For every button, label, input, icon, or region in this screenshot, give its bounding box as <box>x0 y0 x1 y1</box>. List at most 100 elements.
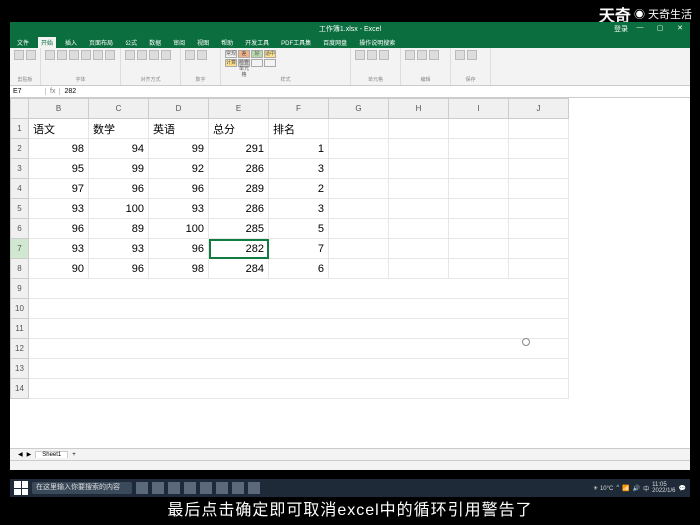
row-header[interactable]: 1 <box>11 119 29 139</box>
cell[interactable] <box>509 139 569 159</box>
cell[interactable]: 6 <box>269 259 329 279</box>
find-icon[interactable] <box>429 50 439 60</box>
style-bad[interactable]: 差 <box>238 50 250 58</box>
sheet-tab-1[interactable]: Sheet1 <box>35 451 68 458</box>
cell[interactable] <box>329 139 389 159</box>
cell[interactable]: 99 <box>89 159 149 179</box>
cell[interactable]: 90 <box>29 259 89 279</box>
col-header-D[interactable]: D <box>149 99 209 119</box>
col-header-F[interactable]: F <box>269 99 329 119</box>
task-view-icon[interactable] <box>136 482 148 494</box>
style-calc[interactable]: 计算 <box>225 59 237 67</box>
currency-icon[interactable] <box>185 50 195 60</box>
cell[interactable]: 98 <box>29 139 89 159</box>
row-header[interactable]: 11 <box>11 319 29 339</box>
tray-notifications-icon[interactable]: 💬 <box>679 485 686 492</box>
tab-view[interactable]: 视图 <box>194 37 212 48</box>
cell[interactable] <box>29 279 569 299</box>
border-icon[interactable] <box>93 50 103 60</box>
fx-label[interactable]: fx <box>46 88 60 95</box>
taskbar-app-icon[interactable] <box>232 482 244 494</box>
cloud-icon[interactable] <box>467 50 477 60</box>
cell[interactable] <box>389 219 449 239</box>
col-header-G[interactable]: G <box>329 99 389 119</box>
bold-icon[interactable] <box>57 50 67 60</box>
wrap-icon[interactable] <box>161 50 171 60</box>
cell[interactable]: 286 <box>209 199 269 219</box>
cell[interactable] <box>389 159 449 179</box>
cell[interactable]: 286 <box>209 159 269 179</box>
cell[interactable]: 284 <box>209 259 269 279</box>
tab-developer[interactable]: 开发工具 <box>242 37 272 48</box>
cell[interactable]: 95 <box>29 159 89 179</box>
cell[interactable]: 1 <box>269 139 329 159</box>
tab-pagelayout[interactable]: 页面布局 <box>86 37 116 48</box>
col-header-H[interactable]: H <box>389 99 449 119</box>
cell[interactable] <box>329 199 389 219</box>
cell[interactable] <box>29 299 569 319</box>
font-icon[interactable] <box>45 50 55 60</box>
col-header-E[interactable]: E <box>209 99 269 119</box>
row-header[interactable]: 3 <box>11 159 29 179</box>
insert-cell-icon[interactable] <box>355 50 365 60</box>
login-button[interactable]: 登录 <box>614 24 628 34</box>
taskbar-app-icon[interactable] <box>216 482 228 494</box>
cell[interactable] <box>389 119 449 139</box>
cell[interactable]: 7 <box>269 239 329 259</box>
cell[interactable]: 93 <box>149 199 209 219</box>
cell[interactable] <box>449 239 509 259</box>
cell[interactable] <box>29 339 569 359</box>
cell[interactable]: 96 <box>89 179 149 199</box>
sheet-nav-prev[interactable]: ◀ <box>18 451 23 458</box>
close-button[interactable]: ✕ <box>672 24 688 34</box>
tab-baidu[interactable]: 百度网盘 <box>320 37 350 48</box>
cell[interactable]: 数学 <box>89 119 149 139</box>
cell[interactable]: 99 <box>149 139 209 159</box>
tab-home[interactable]: 开始 <box>38 37 56 48</box>
cell[interactable]: 291 <box>209 139 269 159</box>
row-header[interactable]: 4 <box>11 179 29 199</box>
cell[interactable] <box>29 379 569 399</box>
cell[interactable]: 英语 <box>149 119 209 139</box>
cell[interactable]: 289 <box>209 179 269 199</box>
selected-cell[interactable]: 282 <box>209 239 269 259</box>
cell[interactable]: 96 <box>149 239 209 259</box>
taskbar-app-icon[interactable] <box>248 482 260 494</box>
tray-volume-icon[interactable]: 🔊 <box>633 485 640 492</box>
delete-cell-icon[interactable] <box>367 50 377 60</box>
start-button[interactable] <box>14 481 28 495</box>
tab-pdf[interactable]: PDF工具集 <box>278 37 314 48</box>
tab-insert[interactable]: 插入 <box>62 37 80 48</box>
cell[interactable] <box>509 199 569 219</box>
cell[interactable]: 总分 <box>209 119 269 139</box>
cell[interactable] <box>389 259 449 279</box>
underline-icon[interactable] <box>81 50 91 60</box>
tray-clock[interactable]: 11:052022/1/6 <box>652 482 675 494</box>
cell[interactable] <box>329 219 389 239</box>
row-header[interactable]: 14 <box>11 379 29 399</box>
cell[interactable] <box>389 179 449 199</box>
tray-network-icon[interactable]: 📶 <box>622 485 629 492</box>
cell[interactable]: 96 <box>89 259 149 279</box>
cell[interactable]: 100 <box>149 219 209 239</box>
save-icon[interactable] <box>455 50 465 60</box>
cell[interactable]: 3 <box>269 159 329 179</box>
cell[interactable] <box>449 139 509 159</box>
formula-input[interactable]: 282 <box>60 88 690 95</box>
row-header[interactable]: 10 <box>11 299 29 319</box>
taskbar-search[interactable]: 在这里输入你要搜索的内容 <box>32 482 132 494</box>
style-normal[interactable]: 常规 <box>225 50 237 58</box>
tray-chevron-icon[interactable]: ^ <box>616 485 619 491</box>
maximize-button[interactable]: ▢ <box>652 24 668 34</box>
cell[interactable] <box>449 119 509 139</box>
cell[interactable] <box>329 259 389 279</box>
format-cell-icon[interactable] <box>379 50 389 60</box>
row-header[interactable]: 5 <box>11 199 29 219</box>
cell[interactable] <box>509 259 569 279</box>
align-left-icon[interactable] <box>125 50 135 60</box>
spreadsheet-grid[interactable]: B C D E F G H I J 1 语文 数学 英语 总分 排名 2 989… <box>10 98 690 448</box>
row-header[interactable]: 7 <box>11 239 29 259</box>
cell[interactable]: 93 <box>89 239 149 259</box>
cell[interactable] <box>449 179 509 199</box>
cell[interactable]: 97 <box>29 179 89 199</box>
